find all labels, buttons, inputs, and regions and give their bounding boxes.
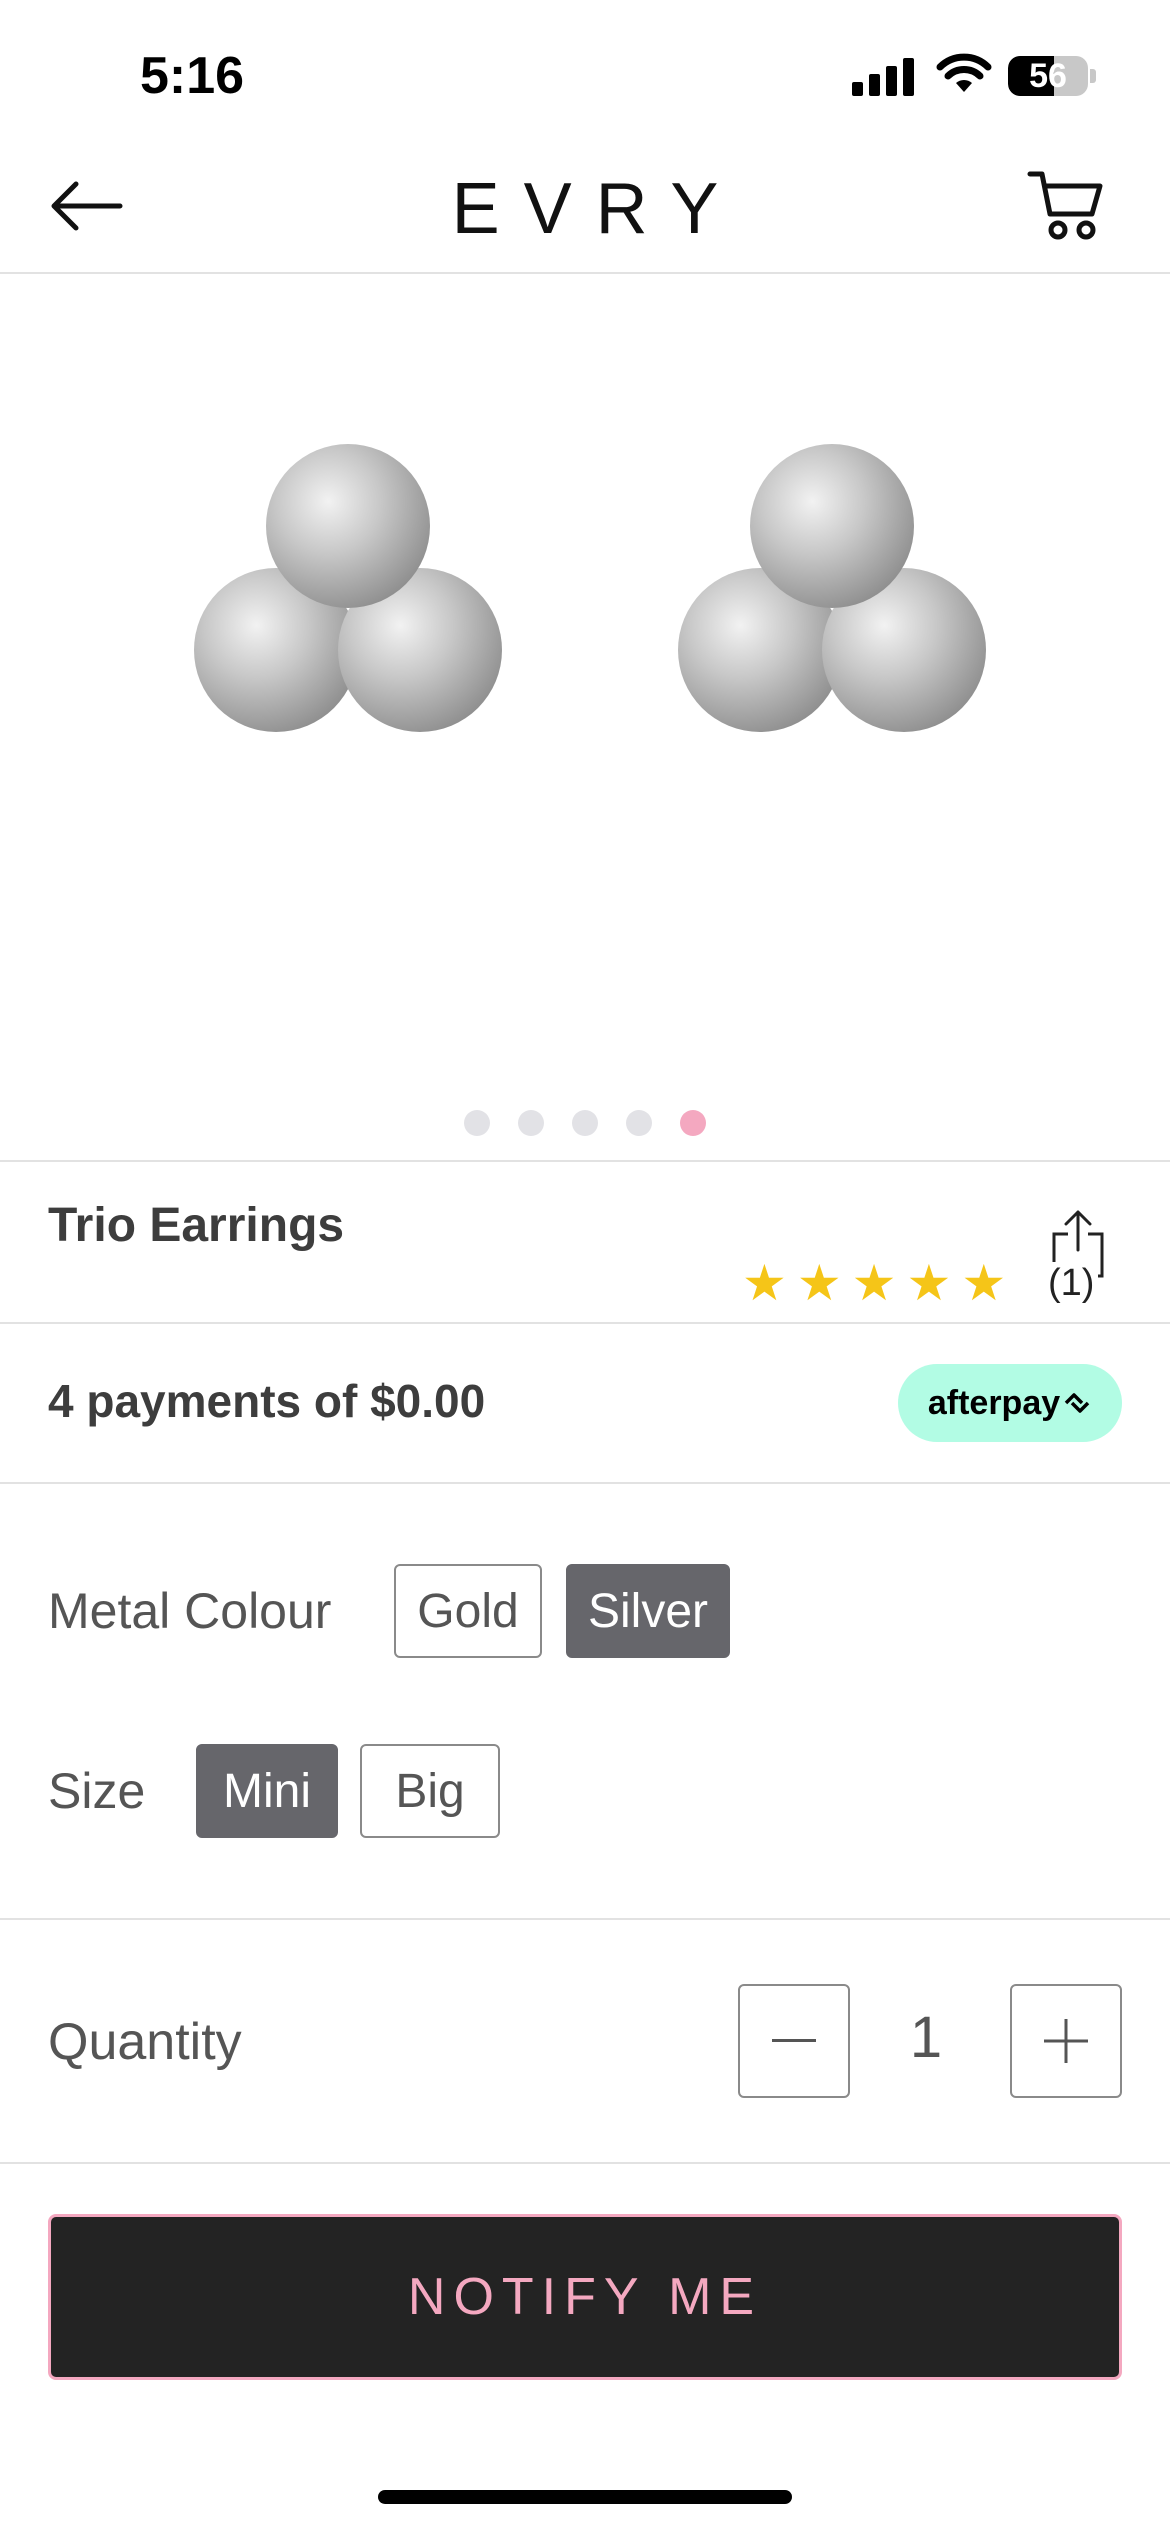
size-option-mini[interactable]: Mini <box>196 1744 338 1838</box>
divider <box>0 272 1170 274</box>
divider <box>0 2162 1170 2164</box>
quantity-increase-button[interactable] <box>1010 1984 1122 2098</box>
brand-logo[interactable]: EVRY <box>0 168 1170 250</box>
divider <box>0 1160 1170 1162</box>
quantity-label: Quantity <box>48 2013 242 2071</box>
size-option-big[interactable]: Big <box>360 1744 500 1838</box>
quantity-value: 1 <box>909 2005 943 2070</box>
star-icon: ★ <box>742 1255 787 1311</box>
cart-icon[interactable] <box>1026 168 1106 244</box>
divider <box>0 1918 1170 1920</box>
minus-icon <box>772 2039 816 2042</box>
divider <box>0 1322 1170 1324</box>
earring-left <box>194 444 502 732</box>
divider <box>0 1482 1170 1484</box>
metal-option-gold[interactable]: Gold <box>394 1564 542 1658</box>
afterpay-label: afterpay <box>927 1383 1061 1422</box>
carousel-dot[interactable] <box>464 1110 490 1136</box>
carousel-dot-active[interactable] <box>680 1110 706 1136</box>
battery-level: 56 <box>1029 57 1067 95</box>
carousel-dot[interactable] <box>518 1110 544 1136</box>
status-time: 5:16 <box>140 47 245 105</box>
product-image[interactable] <box>0 276 1170 1076</box>
star-icon: ★ <box>851 1255 897 1311</box>
plus-icon <box>1044 2019 1088 2063</box>
notify-me-button[interactable]: NOTIFY ME <box>48 2214 1122 2380</box>
wifi-icon <box>936 53 992 92</box>
metal-option-silver[interactable]: Silver <box>566 1564 730 1658</box>
afterpay-badge[interactable]: afterpay <box>898 1364 1122 1442</box>
carousel-indicator[interactable] <box>0 1110 1170 1136</box>
product-title: Trio Earrings <box>48 1199 345 1252</box>
battery-cap <box>1090 69 1096 83</box>
cellular-signal-icon <box>852 56 916 96</box>
carousel-dot[interactable] <box>626 1110 652 1136</box>
size-label: Size <box>48 1763 146 1819</box>
metal-colour-label: Metal Colour <box>48 1583 332 1639</box>
earring-right <box>678 444 986 732</box>
quantity-decrease-button[interactable] <box>738 1984 850 2098</box>
star-icon: ★ <box>796 1255 842 1311</box>
payment-installments: 4 payments of $0.00 <box>48 1375 486 1427</box>
home-indicator[interactable] <box>378 2490 792 2504</box>
review-count[interactable]: (1) <box>1044 1262 1099 1305</box>
star-icon: ★ <box>961 1255 1007 1311</box>
star-icon: ★ <box>906 1255 952 1311</box>
star-rating[interactable]: ★ ★ ★ ★ ★ <box>742 1258 1006 1308</box>
battery-icon: 56 <box>1008 56 1088 96</box>
afterpay-arrows-icon <box>1064 1393 1090 1413</box>
carousel-dot[interactable] <box>572 1110 598 1136</box>
